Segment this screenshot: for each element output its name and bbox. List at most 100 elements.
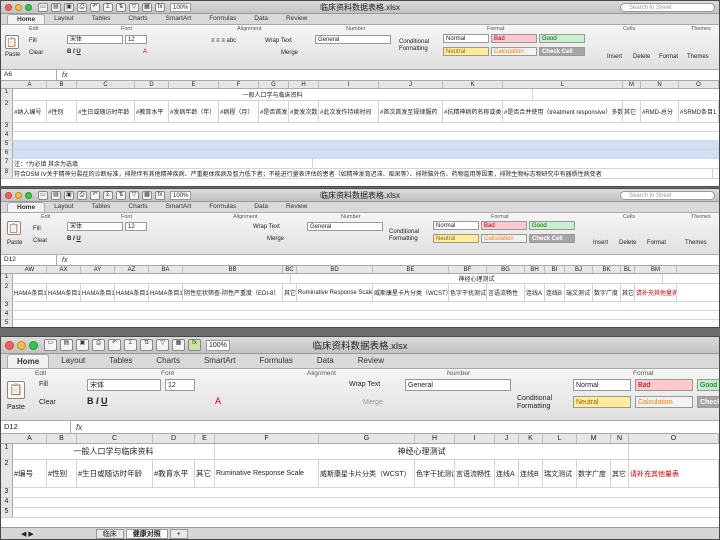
- col-header[interactable]: E: [195, 434, 215, 443]
- col-header[interactable]: C: [77, 434, 153, 443]
- name-box[interactable]: D12: [1, 255, 57, 265]
- col-header[interactable]: M: [577, 434, 611, 443]
- insert-button[interactable]: Insert: [607, 53, 622, 61]
- style-bad[interactable]: Bad: [491, 34, 537, 43]
- gallery-icon[interactable]: ▦: [172, 339, 185, 351]
- close-icon[interactable]: [5, 3, 12, 11]
- undo-icon[interactable]: ↶: [90, 2, 100, 12]
- header-cell[interactable]: #首次首发至规律服药: [379, 101, 443, 122]
- col-header[interactable]: A: [13, 81, 47, 88]
- col-header[interactable]: A: [13, 434, 47, 443]
- print-icon[interactable]: ⎙: [92, 339, 105, 351]
- header-cell[interactable]: #SRMD条目1: [679, 101, 719, 122]
- print-icon[interactable]: ⎙: [77, 2, 87, 12]
- col-header[interactable]: G: [319, 434, 415, 443]
- undo-icon[interactable]: ↶: [90, 190, 100, 200]
- tab-data[interactable]: Data: [245, 202, 277, 212]
- zoom-select[interactable]: 100%: [206, 339, 230, 351]
- tab-charts[interactable]: Charts: [144, 354, 192, 368]
- filter-icon[interactable]: ▽: [129, 190, 139, 200]
- font-size-select[interactable]: 12: [165, 379, 195, 391]
- close-icon[interactable]: [5, 191, 12, 199]
- sheet-grid[interactable]: 1 一般人口学与临床资料 2 #纳入编号 #性别 #生日或随访时年龄 #教育水平 #发病年…: [1, 89, 719, 186]
- sum-icon[interactable]: Σ: [124, 339, 137, 351]
- save-icon[interactable]: ▣: [76, 339, 89, 351]
- header-cell[interactable]: #编号: [13, 460, 47, 487]
- style-good[interactable]: Good: [697, 379, 719, 391]
- header-cell[interactable]: 瑞文测试: [565, 284, 593, 301]
- header-cell[interactable]: 言语流畅性: [487, 284, 525, 301]
- bold-icon[interactable]: B I U: [87, 397, 108, 406]
- tab-tables[interactable]: Tables: [83, 202, 120, 212]
- sum-icon[interactable]: Σ: [103, 2, 113, 12]
- header-cell[interactable]: #教育水平: [135, 101, 169, 122]
- font-color-icon[interactable]: A: [215, 397, 221, 406]
- header-cell[interactable]: #发病年龄（年）: [169, 101, 219, 122]
- col-header[interactable]: D: [135, 81, 169, 88]
- header-cell[interactable]: 其它: [611, 460, 629, 487]
- open-icon[interactable]: ▤: [51, 190, 61, 200]
- header-cell[interactable]: #生日或随访时年龄: [77, 101, 135, 122]
- fill-button[interactable]: Fill: [39, 381, 48, 389]
- header-cell[interactable]: HAMA条目12: [81, 284, 115, 301]
- col-header[interactable]: M: [623, 81, 641, 88]
- style-neutral[interactable]: Neutral: [573, 396, 631, 408]
- style-calculation[interactable]: Calculation: [491, 47, 537, 56]
- zoom-select[interactable]: 100%: [170, 190, 192, 200]
- col-header[interactable]: I: [455, 434, 495, 443]
- conditional-formatting-button[interactable]: Conditional Formatting: [389, 229, 419, 243]
- header-cell[interactable]: HAMA条目13: [115, 284, 149, 301]
- col-header[interactable]: J: [495, 434, 519, 443]
- col-header[interactable]: J: [379, 81, 443, 88]
- format-button[interactable]: Format: [659, 53, 678, 61]
- sort-icon[interactable]: ⇅: [140, 339, 153, 351]
- col-header[interactable]: BC: [283, 266, 297, 273]
- tab-charts[interactable]: Charts: [119, 14, 156, 24]
- header-cell[interactable]: 其它: [283, 284, 297, 301]
- col-header[interactable]: AZ: [115, 266, 149, 273]
- header-cell[interactable]: #教育水平: [153, 460, 195, 487]
- col-header[interactable]: K: [443, 81, 503, 88]
- function-icon[interactable]: fx: [188, 339, 201, 351]
- header-cell[interactable]: HAMA条目10: [13, 284, 47, 301]
- style-normal[interactable]: Normal: [573, 379, 631, 391]
- minimize-icon[interactable]: [17, 340, 26, 350]
- tab-review[interactable]: Review: [277, 202, 316, 212]
- header-cell[interactable]: 其它: [623, 101, 641, 122]
- col-header[interactable]: L: [543, 434, 577, 443]
- font-name-select[interactable]: 宋体: [67, 35, 123, 44]
- gallery-icon[interactable]: ▦: [142, 190, 152, 200]
- style-check-cell[interactable]: Check Cell: [697, 396, 719, 408]
- style-check-cell[interactable]: Check Cell: [539, 47, 585, 56]
- sheet-grid[interactable]: 1 神经心理测试 2 HAMA条目10 HAMA条目11 HAMA条目12 HAMA条目…: [1, 274, 719, 327]
- tab-tables[interactable]: Tables: [97, 354, 144, 368]
- function-icon[interactable]: fx: [155, 190, 165, 200]
- tab-formulas[interactable]: Formulas: [248, 354, 305, 368]
- header-cell[interactable]: 连线A: [495, 460, 519, 487]
- style-good[interactable]: Good: [529, 221, 575, 230]
- header-cell[interactable]: 连线A: [525, 284, 545, 301]
- filter-icon[interactable]: ▽: [129, 2, 139, 12]
- font-size-select[interactable]: 12: [125, 35, 147, 44]
- header-cell[interactable]: 数字广度: [593, 284, 621, 301]
- col-header[interactable]: K: [519, 434, 543, 443]
- header-cell[interactable]: 其它: [621, 284, 635, 301]
- header-cell[interactable]: #是否首发: [259, 101, 289, 122]
- header-cell[interactable]: 瑞文测试: [543, 460, 577, 487]
- col-header[interactable]: E: [169, 81, 219, 88]
- header-cell[interactable]: 连线B: [545, 284, 565, 301]
- number-format-select[interactable]: General: [307, 222, 383, 231]
- paste-button[interactable]: Paste: [5, 51, 20, 59]
- col-header[interactable]: O: [679, 81, 719, 88]
- themes-button[interactable]: Themes: [687, 53, 709, 61]
- merge-button[interactable]: Merge: [267, 235, 284, 243]
- col-header[interactable]: BE: [373, 266, 449, 273]
- conditional-formatting-button[interactable]: Conditional Formatting: [517, 395, 557, 411]
- tab-tables[interactable]: Tables: [83, 14, 120, 24]
- header-cell[interactable]: #病程（月）: [219, 101, 259, 122]
- header-cell[interactable]: 色字干扰测试: [449, 284, 487, 301]
- header-cell[interactable]: #RMD-总分: [641, 101, 679, 122]
- delete-button[interactable]: Delete: [619, 239, 636, 247]
- tab-data[interactable]: Data: [305, 354, 346, 368]
- col-header[interactable]: N: [611, 434, 629, 443]
